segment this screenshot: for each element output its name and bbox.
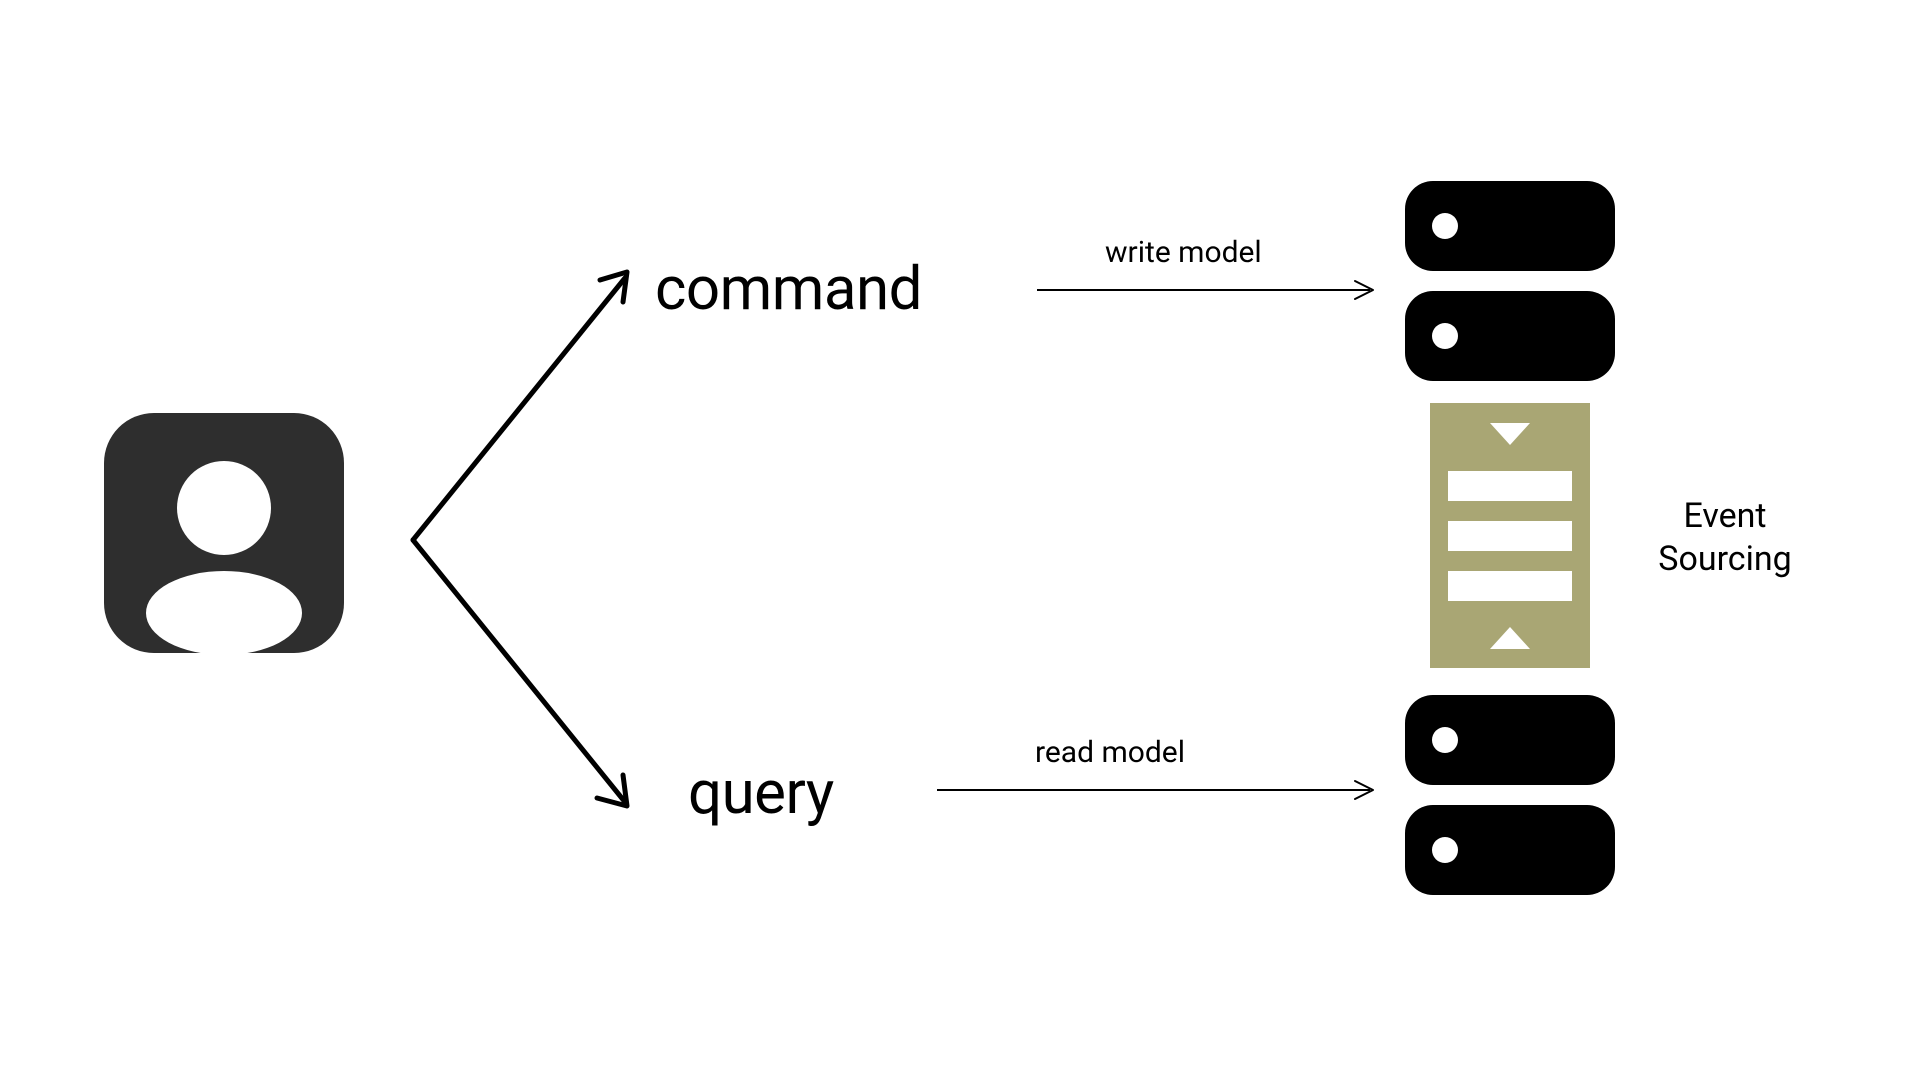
write-model-label: write model	[1105, 235, 1262, 270]
event-sourcing-label-line1: Event	[1625, 495, 1825, 538]
server-bottom-icon	[1405, 695, 1615, 895]
split-arrows	[405, 250, 665, 830]
event-sourcing-label-line2: Sourcing	[1625, 538, 1825, 581]
read-model-label: read model	[1035, 735, 1185, 770]
event-sourcing-icon	[1430, 403, 1590, 668]
write-model-arrow	[1035, 275, 1385, 305]
server-top-icon	[1405, 181, 1615, 381]
event-sourcing-label: Event Sourcing	[1625, 495, 1825, 580]
user-icon	[94, 403, 354, 663]
read-model-arrow	[935, 775, 1385, 805]
diagram-canvas: command query write model read model	[0, 0, 1920, 1080]
command-label: command	[655, 253, 922, 324]
query-label: query	[688, 757, 834, 828]
